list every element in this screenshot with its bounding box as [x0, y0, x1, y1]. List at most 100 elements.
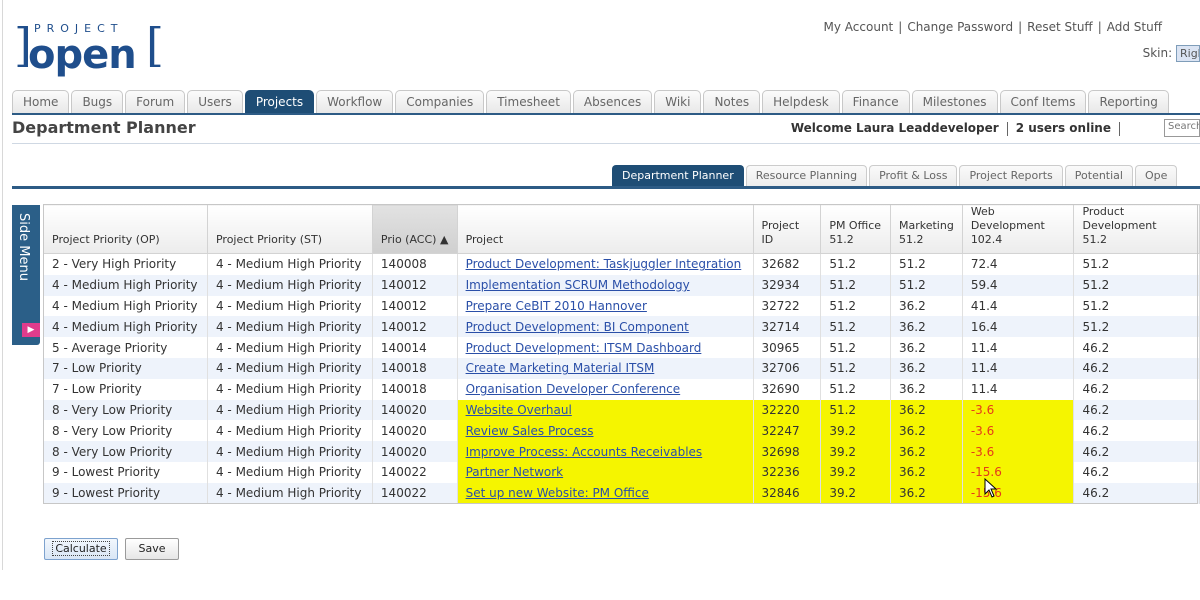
header-marketing[interactable]: Marketing 51.2	[889, 204, 963, 254]
cell-marketing: 36.2	[889, 337, 963, 358]
cell-product-development: 46.2	[1073, 378, 1200, 400]
project-link[interactable]: Product Development: BI Component	[466, 320, 689, 334]
table-row: 8 - Very Low Priority 4 - Medium High Pri…	[43, 399, 1200, 421]
cell-marketing: 51.2	[889, 274, 963, 296]
cell-web-development: -15.6	[961, 461, 1075, 483]
cell-pm-office: 51.2	[820, 357, 891, 379]
cell-priority-st: 4 - Medium High Priority	[206, 253, 373, 275]
tab-bugs[interactable]: Bugs	[71, 90, 124, 113]
mouse-cursor-icon	[984, 478, 998, 498]
tab-forum[interactable]: Forum	[125, 90, 186, 113]
subtab-department-planner[interactable]: Department Planner	[612, 165, 744, 186]
subtab-project-reports[interactable]: Project Reports	[959, 165, 1063, 186]
cell-pm-office: 51.2	[820, 316, 891, 338]
add-stuff-link[interactable]: Add Stuff	[1107, 20, 1162, 34]
reset-stuff-link[interactable]: Reset Stuff	[1027, 20, 1093, 34]
change-password-link[interactable]: Change Password	[907, 20, 1013, 34]
cell-web-development: 72.4	[961, 253, 1075, 275]
project-link[interactable]: Create Marketing Material ITSM	[466, 361, 655, 375]
search-input[interactable]: Search	[1164, 119, 1200, 137]
cell-priority-st: 4 - Medium High Priority	[206, 482, 373, 504]
cell-project: Product Development: Taskjuggler Integra…	[456, 253, 754, 275]
project-link[interactable]: Partner Network	[466, 465, 564, 479]
cell-pm-office: 39.2	[820, 420, 891, 442]
cell-pm-office: 51.2	[820, 378, 891, 400]
project-link[interactable]: Website Overhaul	[466, 403, 572, 417]
cell-marketing: 36.2	[889, 420, 963, 442]
header-prio-acc[interactable]: Prio (ACC) ▲	[371, 204, 458, 254]
cell-priority-st: 4 - Medium High Priority	[206, 441, 373, 462]
users-online-link[interactable]: 2 users online	[1016, 121, 1111, 135]
table-row: 9 - Lowest Priority 4 - Medium High Prior…	[43, 482, 1200, 504]
project-link[interactable]: Set up new Website: PM Office	[466, 486, 649, 500]
project-link[interactable]: Prepare CeBIT 2010 Hannover	[466, 299, 647, 313]
tab-companies[interactable]: Companies	[395, 90, 485, 113]
tab-finance[interactable]: Finance	[841, 90, 910, 113]
header-pm-office[interactable]: PM Office 51.2	[820, 204, 891, 254]
tab-milestones[interactable]: Milestones	[911, 90, 998, 113]
subtab-profit-loss[interactable]: Profit & Loss	[869, 165, 958, 186]
cell-pm-office: 51.2	[820, 295, 891, 317]
page-title: Department Planner	[12, 118, 196, 137]
cell-priority-st: 4 - Medium High Priority	[206, 295, 373, 317]
table-row: 4 - Medium High Priority 4 - Medium High …	[43, 295, 1200, 317]
save-button[interactable]: Save	[125, 538, 179, 560]
cell-project: Create Marketing Material ITSM	[456, 357, 754, 379]
cell-product-development: 46.2	[1073, 461, 1200, 483]
arrow-right-icon[interactable]: ▶	[22, 323, 40, 337]
side-menu-toggle[interactable]: Side Menu ▶	[12, 205, 40, 345]
project-link[interactable]: Product Development: ITSM Dashboard	[466, 341, 702, 355]
project-open-logo[interactable]: ] PROJECT open [	[14, 18, 164, 78]
tab-timesheet[interactable]: Timesheet	[486, 90, 571, 113]
project-link[interactable]: Implementation SCRUM Methodology	[466, 278, 690, 292]
cell-pm-office: 51.2	[820, 399, 891, 421]
sort-ascending-icon: ▲	[439, 233, 449, 246]
project-link[interactable]: Product Development: Taskjuggler Integra…	[466, 257, 742, 271]
cell-priority-st: 4 - Medium High Priority	[206, 316, 373, 338]
tab-projects[interactable]: Projects	[244, 90, 315, 113]
project-link[interactable]: Review Sales Process	[466, 424, 594, 438]
cell-priority-op: 9 - Lowest Priority	[43, 482, 208, 504]
cell-priority-op: 2 - Very High Priority	[43, 253, 208, 275]
cell-prio-acc: 140012	[371, 316, 458, 338]
project-link[interactable]: Organisation Developer Conference	[466, 382, 681, 396]
cell-web-development: 41.4	[961, 295, 1075, 317]
my-account-link[interactable]: My Account	[824, 20, 894, 34]
header-web-development[interactable]: Web Development 102.4	[961, 204, 1075, 254]
cell-project: Organisation Developer Conference	[456, 378, 754, 400]
subtab-resource-planning[interactable]: Resource Planning	[745, 165, 868, 186]
tab-home[interactable]: Home	[12, 90, 70, 113]
header-project[interactable]: Project	[456, 204, 754, 254]
cell-web-development: 11.4	[961, 357, 1075, 379]
subtab-ope[interactable]: Ope	[1134, 165, 1178, 186]
project-link[interactable]: Improve Process: Accounts Receivables	[466, 445, 703, 459]
cell-priority-op: 8 - Very Low Priority	[43, 420, 208, 442]
cell-pm-office: 51.2	[820, 337, 891, 358]
header-project-id[interactable]: Project ID	[752, 204, 822, 254]
cell-project-id: 32934	[752, 274, 822, 296]
tab-reporting[interactable]: Reporting	[1088, 90, 1169, 113]
tab-wiki[interactable]: Wiki	[654, 90, 702, 113]
cell-priority-op: 8 - Very Low Priority	[43, 441, 208, 462]
table-row: 5 - Average Priority 4 - Medium High Prio…	[43, 337, 1200, 358]
cell-project-id: 32714	[752, 316, 822, 338]
header-project-priority-op[interactable]: Project Priority (OP)	[43, 204, 208, 254]
cell-product-development: 46.2	[1073, 357, 1200, 379]
sub-navigation-tabs: Department Planner Resource Planning Pro…	[612, 165, 1179, 186]
cell-project: Product Development: BI Component	[456, 316, 754, 338]
calculate-button[interactable]: Calculate	[44, 538, 118, 560]
tab-absences[interactable]: Absences	[572, 90, 653, 113]
tab-conf-items[interactable]: Conf Items	[999, 90, 1087, 113]
main-navigation-tabs: Home Bugs Forum Users Projects Workflow …	[12, 90, 1171, 114]
cell-priority-st: 4 - Medium High Priority	[206, 378, 373, 400]
tab-notes[interactable]: Notes	[703, 90, 761, 113]
tab-workflow[interactable]: Workflow	[316, 90, 394, 113]
tab-users[interactable]: Users	[187, 90, 243, 113]
header-project-priority-st[interactable]: Project Priority (ST)	[206, 204, 373, 254]
top-links: My Account | Change Password | Reset Stuff | A…	[823, 20, 1162, 34]
logo-big-text: open	[28, 32, 137, 78]
tab-helpdesk[interactable]: Helpdesk	[762, 90, 840, 113]
header-product-development[interactable]: Product Development 51.2	[1073, 204, 1200, 254]
subtab-potential[interactable]: Potential	[1064, 165, 1133, 186]
skin-select[interactable]: Right	[1176, 45, 1200, 62]
